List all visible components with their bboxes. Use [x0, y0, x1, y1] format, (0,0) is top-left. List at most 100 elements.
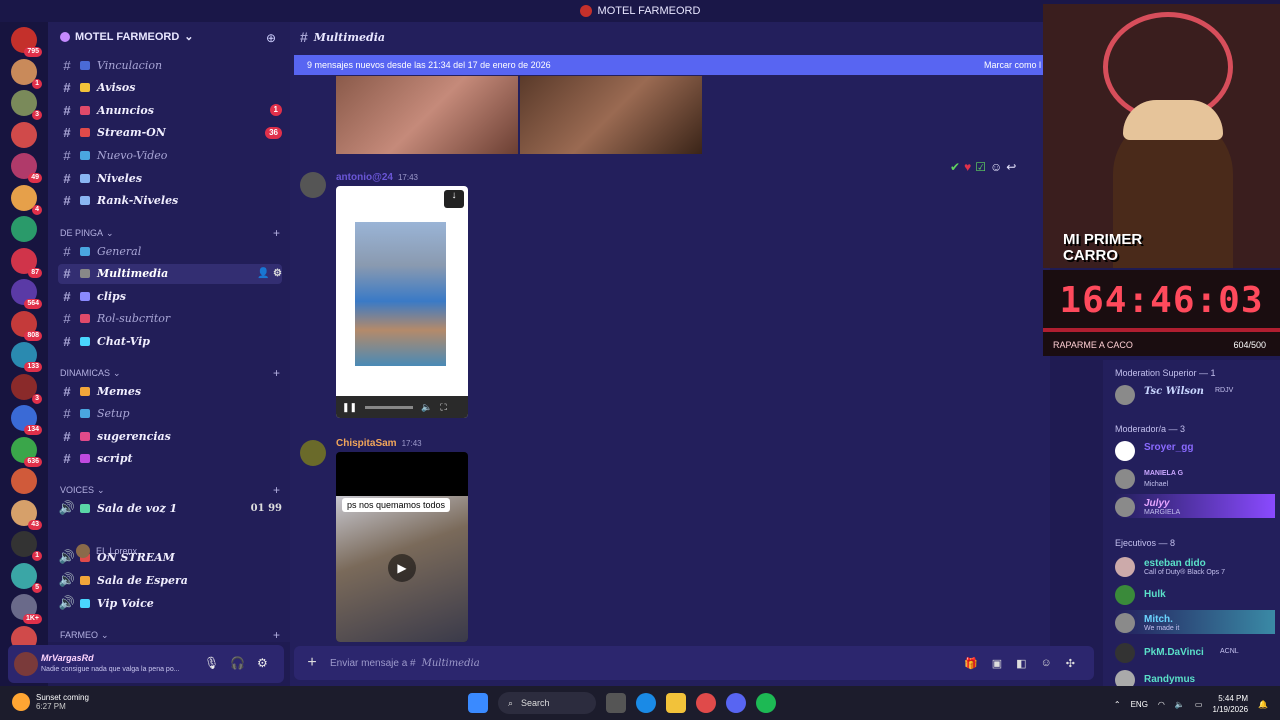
member-item[interactable]: esteban dido Call of Duty® Black Ops 7 [1115, 554, 1275, 578]
gift-icon[interactable]: 🎁 [964, 657, 978, 670]
add-attachment-icon[interactable]: + [294, 654, 330, 672]
heart-icon[interactable]: ♥ [964, 160, 971, 174]
avatar[interactable] [300, 440, 326, 466]
add-channel-icon[interactable]: + [273, 226, 280, 240]
channel-item[interactable]: 🔊 Vip Voice [58, 593, 282, 613]
server-icon[interactable]: 3 [11, 90, 42, 120]
member-item[interactable]: Sroyer_gg [1115, 438, 1275, 462]
channel-item[interactable]: # clips [58, 286, 282, 306]
channel-item[interactable]: # Stream-ON 36 [58, 123, 282, 143]
channel-item[interactable]: # Nuevo-Video [58, 145, 282, 165]
clock[interactable]: 5:44 PM 1/19/2026 [1212, 693, 1248, 715]
server-icon[interactable]: 134 [11, 405, 42, 435]
chevron-up-icon[interactable]: ⌃ [1114, 700, 1121, 709]
channel-item[interactable]: # Anuncios 1 [58, 100, 282, 120]
server-icon[interactable]: 564 [11, 279, 42, 309]
channel-item[interactable]: # Multimedia 👤 ⚙ [58, 263, 282, 284]
channel-item[interactable]: # Setup [58, 404, 282, 424]
server-icon[interactable]: 5 [11, 562, 42, 593]
volume-icon[interactable]: 🔈 [421, 402, 432, 413]
gear-icon[interactable]: ⚙ [257, 656, 268, 670]
category-de-pinga[interactable]: DE PINGA ⌄ + [60, 226, 280, 240]
sticker-icon[interactable]: ◧ [1016, 657, 1026, 670]
server-icon[interactable]: 636 [11, 436, 42, 467]
category-voices[interactable]: VOICES ⌄ + [60, 483, 280, 497]
message-author[interactable]: ChispitaSam 17:43 [336, 438, 422, 449]
video-player[interactable]: ↓ ❚❚ 🔈 ⛶ [336, 186, 468, 418]
task-view-icon[interactable] [606, 693, 626, 713]
category-farmeo[interactable]: FARMEO ⌄ + [60, 628, 280, 642]
add-channel-icon[interactable]: + [273, 628, 280, 642]
channel-item[interactable]: # Rank-Niveles [58, 191, 282, 211]
video-seek-bar[interactable] [365, 405, 414, 409]
channel-item[interactable]: 🔊 Sala de voz 1 01 99 [58, 498, 282, 518]
server-icon[interactable] [11, 216, 37, 242]
member-item[interactable]: Mitch. We made it [1115, 610, 1275, 634]
member-item[interactable]: MANIELA G Michael [1115, 466, 1275, 490]
attachment-image[interactable] [520, 76, 702, 154]
language-indicator[interactable]: ENG [1131, 700, 1148, 709]
server-icon[interactable]: 133 [11, 342, 42, 372]
channel-item[interactable]: # Avisos [58, 78, 282, 98]
voice-user[interactable]: EI_Lorenx [76, 544, 137, 558]
chrome-icon[interactable] [696, 693, 716, 713]
channel-item[interactable]: # Vinculacion [58, 55, 282, 75]
server-icon[interactable]: 4 [11, 184, 42, 215]
gif-icon[interactable]: ▣ [992, 657, 1002, 670]
server-icon[interactable]: 1 [11, 58, 42, 89]
channel-item[interactable]: # sugerencias [58, 426, 282, 446]
taskbar-search[interactable]: ⌕ Search [498, 692, 596, 714]
add-member-icon[interactable]: ⊕ [266, 31, 276, 45]
server-icon[interactable]: 795 [11, 27, 42, 57]
channel-settings-icon[interactable]: 👤 ⚙ [257, 268, 282, 279]
channel-item[interactable]: # script [58, 449, 282, 469]
channel-item[interactable]: # Memes [58, 381, 282, 401]
mark-read-button[interactable]: Marcar como l [984, 60, 1041, 70]
emoji-icon[interactable]: ☺ [990, 160, 1002, 174]
new-messages-banner[interactable]: 9 mensajes nuevos desde las 21:34 del 17… [294, 55, 1054, 75]
channel-item[interactable]: # General [58, 241, 282, 261]
avatar[interactable] [14, 652, 38, 676]
server-icon[interactable] [11, 121, 37, 148]
server-icon[interactable]: 808 [11, 310, 42, 341]
channel-item[interactable]: 🔊 Sala de Espera [58, 570, 282, 590]
add-channel-icon[interactable]: + [273, 366, 280, 380]
channel-item[interactable]: # Chat-Vip [58, 331, 282, 351]
member-item[interactable]: Hulk [1115, 582, 1275, 606]
download-icon[interactable]: ↓ [444, 190, 464, 208]
server-icon[interactable]: 1 [11, 531, 42, 561]
channel-item[interactable]: # Rol-subcritor [58, 309, 282, 329]
video-player[interactable]: ps nos quemamos todos ▶ [336, 452, 468, 642]
member-item[interactable]: Julyy MARGIELA [1115, 494, 1275, 518]
server-name-button[interactable]: MOTEL FARMEORD ⌄ [60, 30, 194, 43]
server-icon[interactable]: 43 [11, 499, 42, 530]
channel-item[interactable]: # Niveles [58, 168, 282, 188]
microphone-icon[interactable]: 🎙 [204, 656, 219, 670]
notification-icon[interactable]: 🔔 [1258, 700, 1268, 709]
apps-icon[interactable]: ✣ [1066, 657, 1075, 670]
server-icon[interactable]: 87 [11, 247, 42, 278]
avatar[interactable] [300, 172, 326, 198]
play-icon[interactable]: ▶ [388, 554, 416, 582]
message-composer[interactable]: + Enviar mensaje a # Multimedia 🎁 ▣ ◧ ☺ … [294, 646, 1094, 680]
reply-icon[interactable]: ↩ [1006, 160, 1016, 174]
pause-icon[interactable]: ❚❚ [342, 402, 357, 413]
server-icon[interactable]: 1K+ [11, 594, 42, 624]
wifi-icon[interactable]: ◠ [1158, 700, 1165, 709]
category-dinamicas[interactable]: DINAMICAS ⌄ + [60, 366, 280, 380]
windows-start-icon[interactable] [468, 693, 488, 713]
spotify-icon[interactable] [756, 693, 776, 713]
member-item[interactable]: Tsc Wilson RDJV [1115, 382, 1275, 406]
add-channel-icon[interactable]: + [273, 483, 280, 497]
check-icon[interactable]: ✔ [950, 160, 960, 174]
message-author[interactable]: antonio@24 17:43 [336, 172, 418, 183]
volume-icon[interactable]: 🔈 [1175, 700, 1185, 709]
headphones-icon[interactable]: 🎧 [230, 656, 245, 670]
discord-icon[interactable] [726, 693, 746, 713]
server-icon[interactable]: 3 [11, 373, 42, 404]
weather-widget[interactable]: Sunset coming 6:27 PM [12, 693, 89, 711]
fullscreen-icon[interactable]: ⛶ [440, 402, 446, 413]
emoji-icon[interactable]: ☺ [1041, 657, 1052, 670]
edge-icon[interactable] [636, 693, 656, 713]
checkbox-icon[interactable]: ☑ [975, 160, 986, 174]
